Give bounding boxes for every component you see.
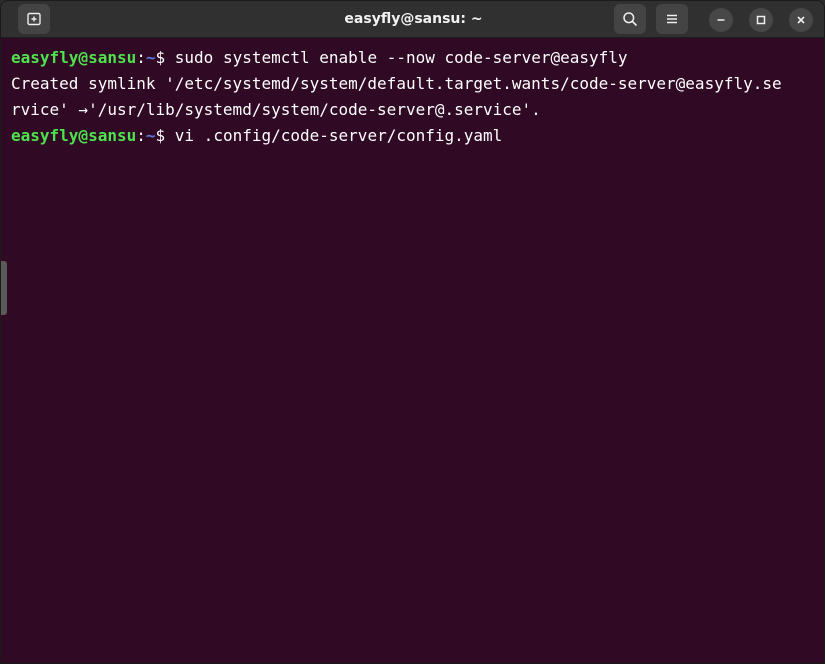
side-panel-handle[interactable] [1,261,7,315]
prompt-line: easyfly@sansu:~$ vi .config/code-server/… [11,123,824,149]
maximize-button[interactable] [749,8,773,32]
command-text: sudo systemctl enable --now code-server@… [174,48,628,67]
prompt-symbol: $ [155,126,175,145]
close-icon [797,16,805,24]
prompt-line: easyfly@sansu:~$ sudo systemctl enable -… [11,45,824,71]
prompt-path: ~ [145,48,156,67]
user-host: easyfly@sansu [11,48,137,67]
new-tab-button[interactable] [18,4,50,34]
prompt-separator: : [136,126,146,145]
close-button[interactable] [789,8,813,32]
menu-button[interactable] [656,4,688,34]
prompt-path: ~ [145,126,156,145]
window-title: easyfly@sansu: ~ [344,11,483,27]
search-icon [623,12,637,26]
output-line: Created symlink '/etc/systemd/system/def… [11,74,782,93]
terminal-output[interactable]: easyfly@sansu:~$ sudo systemctl enable -… [1,38,824,663]
prompt-symbol: $ [155,48,175,67]
terminal-window: easyfly@sansu: ~ easyfly@sansu:~$ sudo s… [0,0,825,664]
user-host: easyfly@sansu [11,126,137,145]
hamburger-menu-icon [667,14,677,24]
new-tab-icon [27,12,41,26]
command-text: vi .config/code-server/config.yaml [174,126,503,145]
search-button[interactable] [614,4,646,34]
title-bar[interactable]: easyfly@sansu: ~ [1,1,824,38]
minimize-button[interactable] [709,8,733,32]
maximize-icon [756,15,766,25]
prompt-separator: : [136,48,146,67]
output-line: rvice' →'/usr/lib/systemd/system/code-se… [11,100,541,119]
minimize-icon [717,19,725,21]
